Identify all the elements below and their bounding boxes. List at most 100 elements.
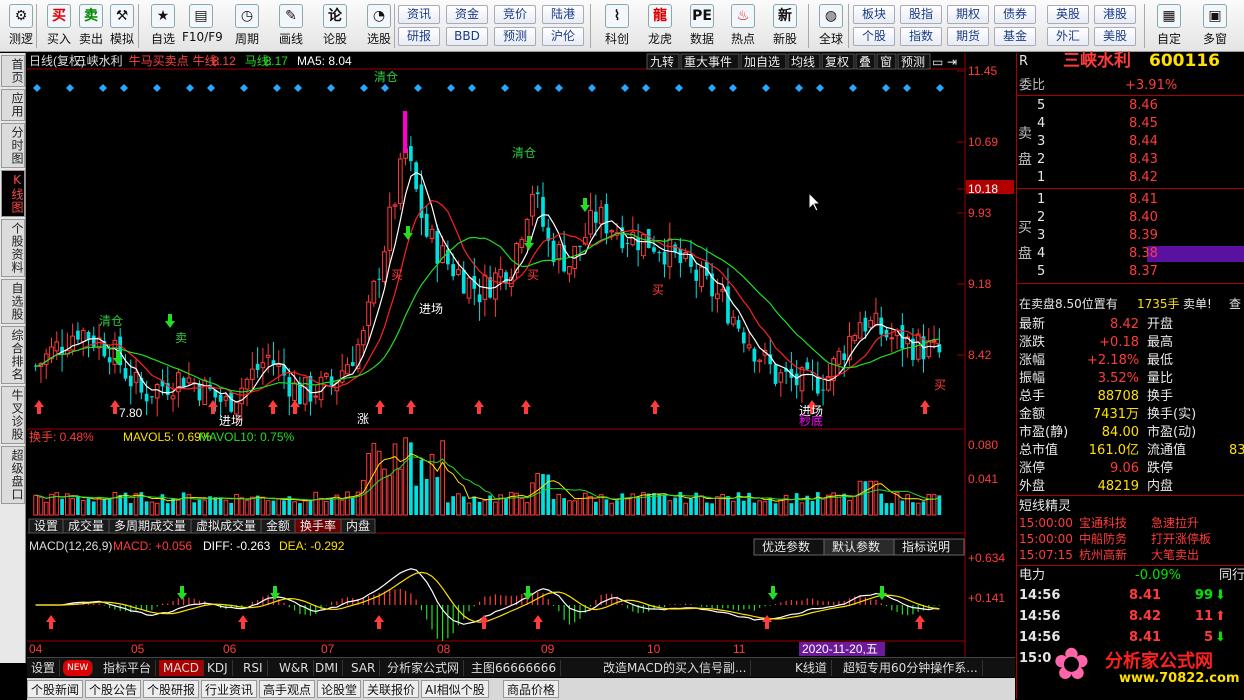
indicator-tab[interactable]: KDJ (203, 660, 233, 676)
quick-button[interactable]: 资金 (446, 5, 488, 24)
indicator-tab[interactable]: SAR (347, 660, 381, 676)
toolbar-discuss-button[interactable]: 论论股 (316, 2, 354, 50)
toolbar-chart-button[interactable]: ⌇ 科创 (598, 2, 636, 50)
quote-label2: 流通值 (1147, 443, 1187, 458)
toolbar-hot-button[interactable]: ♨ 热点 (724, 2, 762, 50)
quick-button[interactable]: 预测 (494, 27, 536, 46)
vol-tab[interactable]: 换手率 (300, 518, 336, 533)
chart-bg (27, 53, 1015, 657)
vol-tab[interactable]: 设置 (34, 519, 58, 533)
toolbar-pencil-button[interactable]: ✎ 画线 (272, 2, 310, 50)
toolbar-custom-button[interactable]: ▦ 自定 (1150, 2, 1188, 50)
arrow-right-icon[interactable]: ⇥ (947, 55, 957, 69)
quick-button[interactable]: 指数 (900, 27, 942, 46)
side-tab[interactable]: 应用 (1, 89, 25, 121)
toolbar-multiwindow-button[interactable]: ▣ 多窗 (1196, 2, 1234, 50)
quick-button[interactable]: BBD (446, 27, 488, 46)
indicator-tab[interactable]: 改造MACD的买入信号副... (599, 660, 752, 676)
indicator-tab[interactable]: W&R (275, 660, 314, 676)
candle-body (54, 341, 60, 352)
kline-svg[interactable]: 日线(复权)三峡水利 牛马买卖点 牛线:8.12 马线:8.17 MA5: 8.04 九转… (27, 53, 1015, 657)
vol-tab[interactable]: 多周期成交量 (114, 518, 186, 533)
quick-button[interactable]: 竞价 (494, 5, 536, 24)
toolbar-hammer-button[interactable]: ⚒ 模拟 (103, 2, 141, 50)
side-tab[interactable]: 超级盘口 (1, 446, 25, 504)
indicator-tab[interactable]: 分析家公式网 (383, 660, 465, 676)
quick-button[interactable]: 期货 (947, 27, 989, 46)
indicator-tab[interactable]: 设置 (27, 660, 61, 676)
info-tab[interactable]: 高手观点 (259, 680, 316, 698)
chart-button[interactable]: 复权 (825, 55, 849, 69)
vol-tab[interactable]: 虚拟成交量 (196, 518, 256, 533)
macd-button[interactable]: 指标说明 (902, 539, 950, 554)
info-tab[interactable]: 个股研报 (143, 680, 200, 698)
vol-tab[interactable]: 内盘 (346, 518, 370, 533)
quick-button[interactable]: 英股 (1047, 5, 1089, 24)
volume-bar (197, 499, 202, 515)
toolbar-info-button[interactable]: ▤ F10/F9 (182, 2, 223, 50)
side-tab[interactable]: K线图 (1, 170, 25, 217)
toolbar-data-button[interactable]: PE 数据 (683, 2, 721, 50)
chart-button[interactable]: 均线 (791, 55, 815, 69)
info-tab[interactable]: 论股堂 (317, 680, 362, 698)
quick-button[interactable]: 研报 (398, 27, 440, 46)
info-tab[interactable]: 关联报价 (363, 680, 420, 698)
chart-button[interactable]: 预测 (901, 55, 925, 69)
vol-tab[interactable]: 金额 (266, 518, 290, 533)
chart-button[interactable]: 九转 (650, 54, 674, 69)
quick-button[interactable]: 个股 (853, 27, 895, 46)
quick-button[interactable]: 陆港 (542, 5, 584, 24)
volume-bar (218, 497, 223, 515)
side-tab[interactable]: 牛叉诊股 (1, 386, 25, 444)
toolbar-filter-button[interactable]: ◔ 选股 (360, 2, 398, 50)
quick-button[interactable]: 港股 (1094, 5, 1136, 24)
toolbar-star-button[interactable]: ★ 自选 (144, 2, 182, 50)
indicator-tab[interactable]: 指标平台 (99, 660, 157, 676)
indicator-tab[interactable]: DMI (311, 660, 344, 676)
side-tab[interactable]: 首页 (1, 55, 25, 87)
chart-button[interactable]: 加自选 (744, 55, 780, 69)
volume-bar (551, 498, 556, 515)
vol-tab[interactable]: 成交量 (68, 518, 104, 533)
indicator-tab[interactable]: 超短专用60分钟操作系... (839, 660, 983, 676)
quick-button[interactable]: 沪伦 (542, 27, 584, 46)
toolbar-clock-button[interactable]: ◷ 周期 (228, 2, 266, 50)
info-tab[interactable]: 商品价格 (503, 680, 560, 698)
toolbar-gear-button[interactable]: ⚙ 测逻 (2, 2, 40, 50)
side-tab[interactable]: 综合排名 (1, 326, 25, 384)
candle-body (821, 389, 825, 391)
indicator-tab[interactable]: 主图66666666 (467, 660, 562, 676)
chart-button[interactable]: 叠 (859, 55, 871, 69)
new-badge[interactable]: NEW (63, 660, 94, 676)
quick-button[interactable]: 债券 (994, 5, 1036, 24)
minimize-icon[interactable]: ▭ (932, 55, 943, 69)
candle-body (80, 329, 86, 342)
quick-button[interactable]: 股指 (900, 5, 942, 24)
info-tab[interactable]: AI相似个股 (421, 680, 489, 698)
quick-button[interactable]: 资讯 (398, 5, 440, 24)
info-tab[interactable]: 行业资讯 (201, 680, 258, 698)
toolbar-globe-button[interactable]: ◍ 全球 (812, 2, 850, 50)
toolbar-newstock-button[interactable]: 新新股 (766, 2, 804, 50)
side-tab[interactable]: 自选股 (1, 279, 25, 324)
quick-button[interactable]: 美股 (1094, 27, 1136, 46)
macd-button[interactable]: 优选参数 (762, 539, 810, 554)
chart-button[interactable]: 重大事件 (684, 55, 732, 69)
side-tab[interactable]: 个股资料 (1, 219, 25, 277)
quick-button[interactable]: 期权 (947, 5, 989, 24)
side-tab[interactable]: 分时图 (1, 123, 25, 168)
indicator-tab[interactable]: RSI (239, 660, 268, 676)
volume-bar (86, 498, 91, 515)
indicator-tab[interactable]: MACD (159, 660, 204, 676)
quick-button[interactable]: 外汇 (1047, 27, 1089, 46)
toolbar-dragon-button[interactable]: 龍龙虎 (641, 2, 679, 50)
info-tab[interactable]: 个股新闻 (27, 680, 84, 698)
quick-button[interactable]: 基金 (994, 27, 1036, 46)
quote-label2: 市盈(动) (1147, 425, 1197, 440)
quick-button[interactable]: 板块 (853, 5, 895, 24)
indicator-tab[interactable]: K线道 (791, 660, 832, 676)
info-tab[interactable]: 个股公告 (85, 680, 142, 698)
chart-button[interactable]: 窗 (880, 55, 892, 69)
macd-button[interactable]: 默认参数 (832, 539, 880, 554)
kline-chart-area[interactable]: 日线(复权) 三峡水利 牛马买卖点 牛线: 8.12 马线: 8.17 MA5: 8.04 九转… (27, 53, 1015, 657)
